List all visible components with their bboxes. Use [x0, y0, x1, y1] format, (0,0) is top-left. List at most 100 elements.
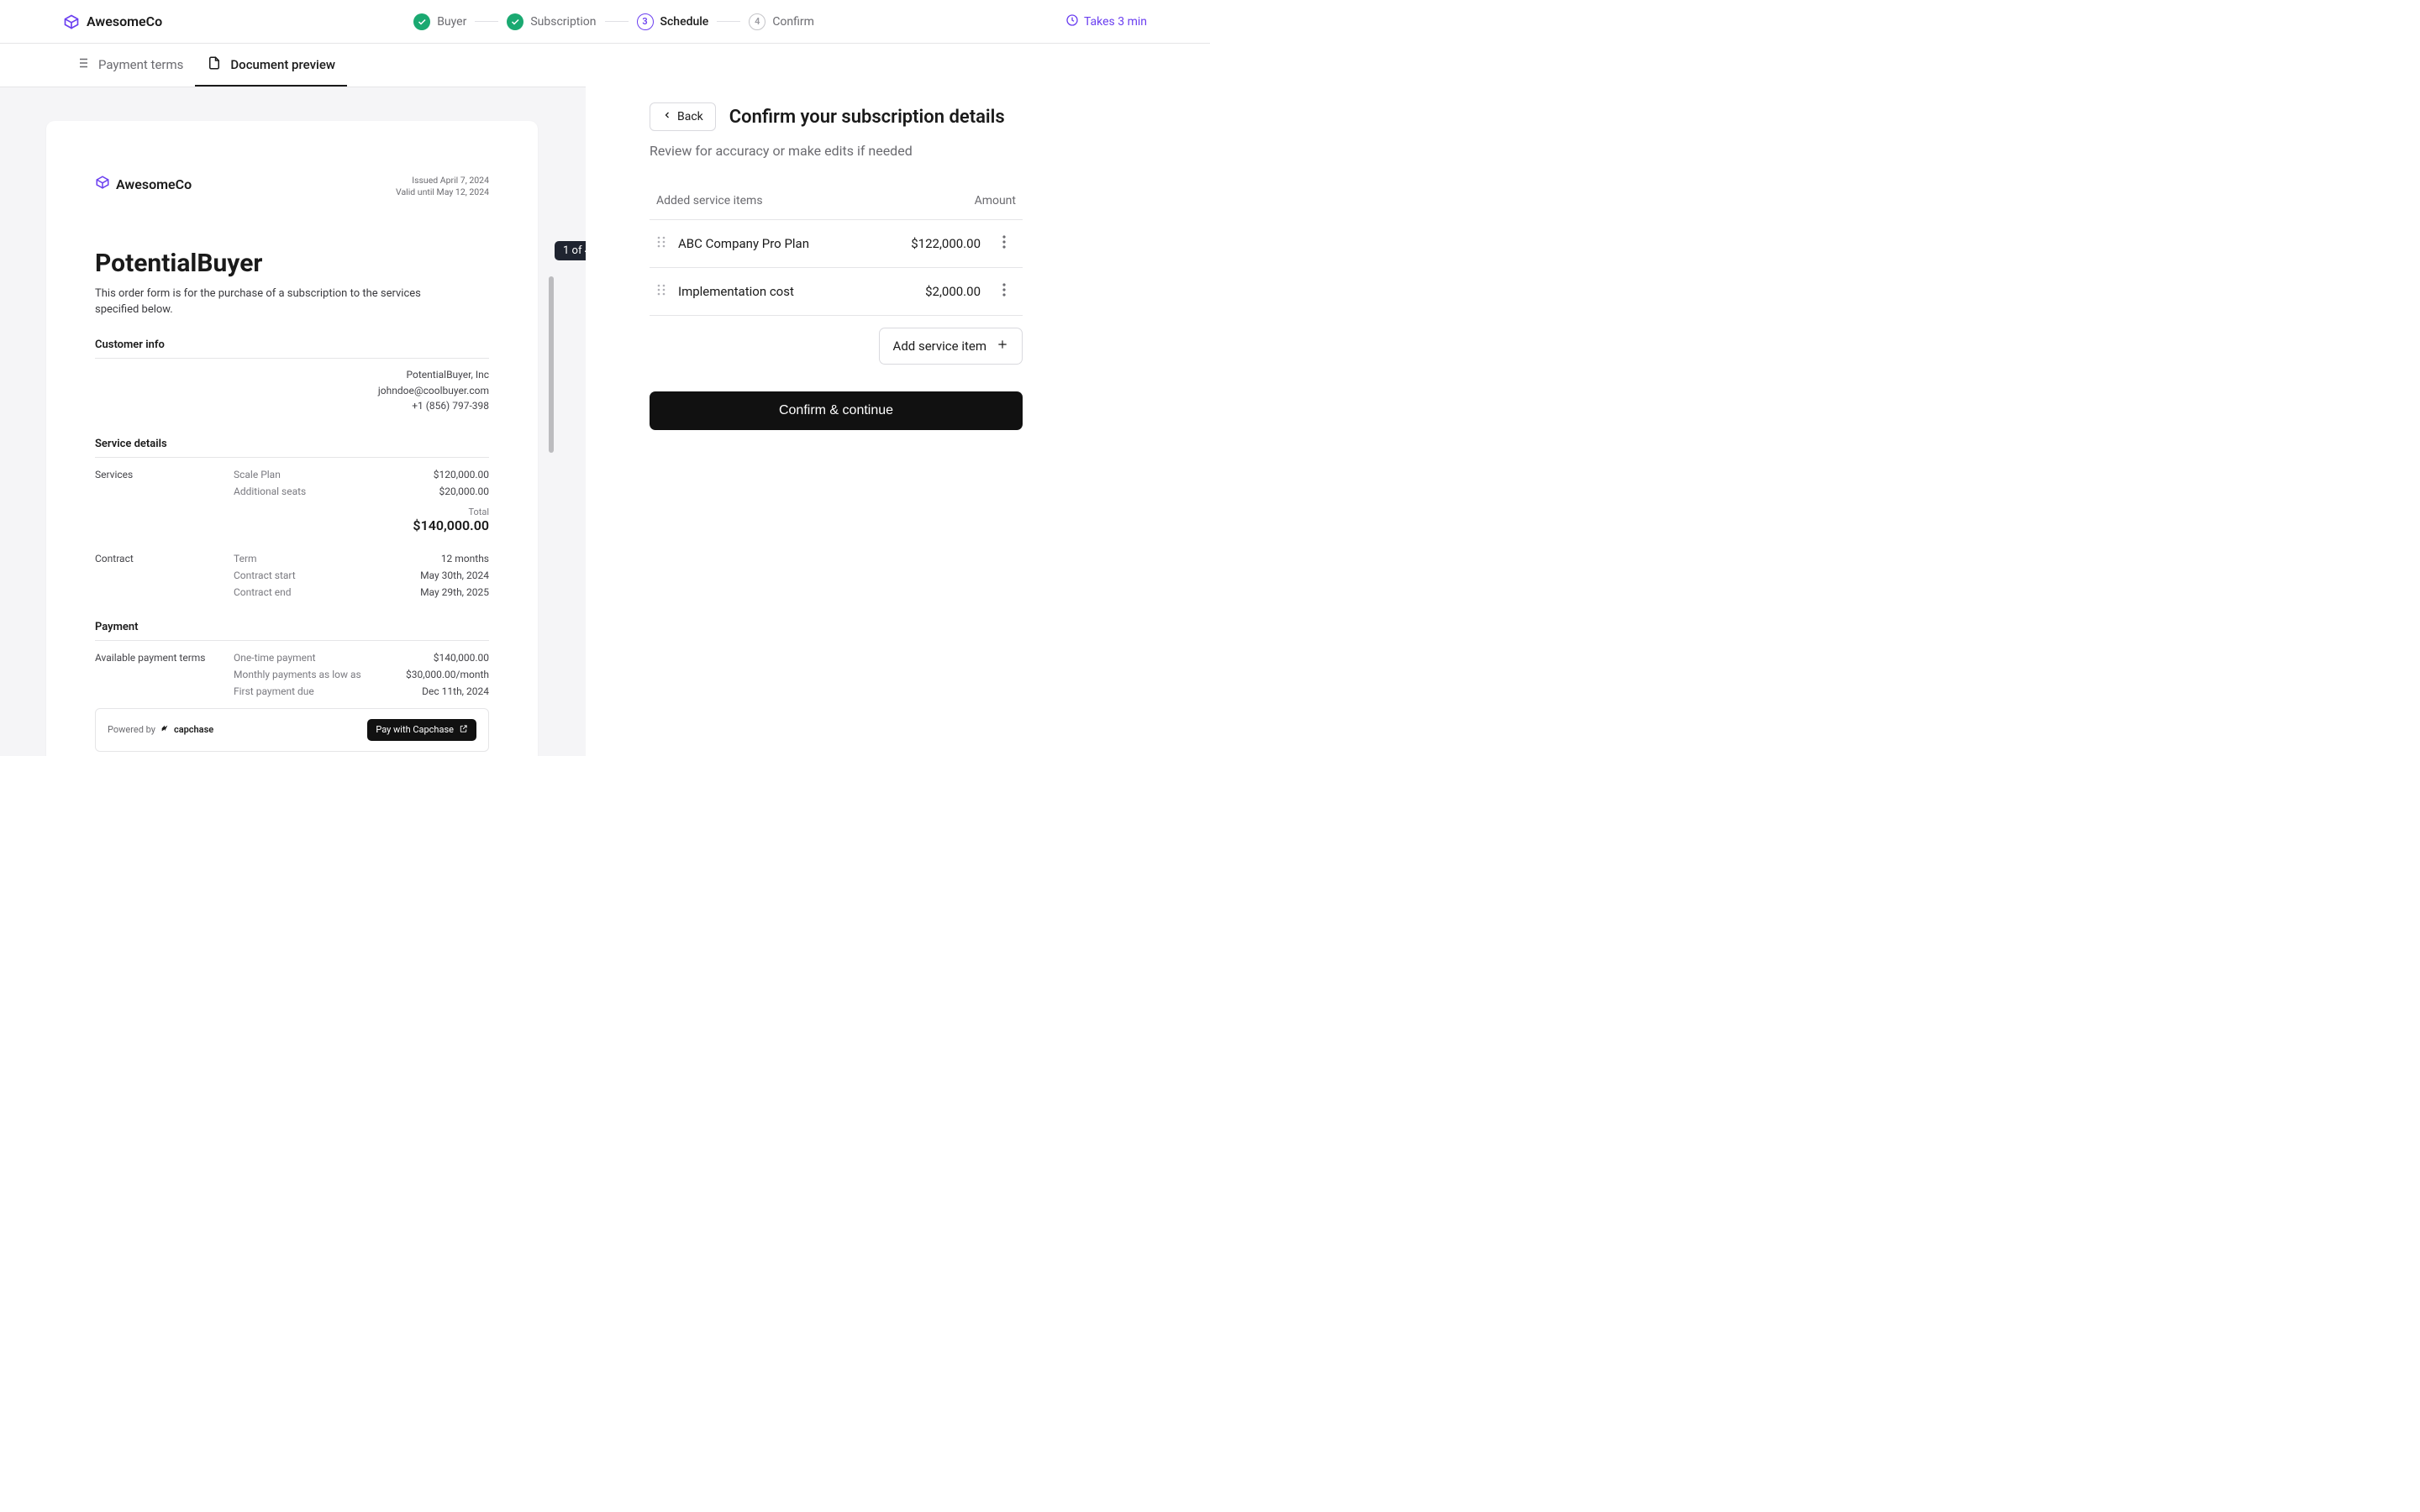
items-table: Added service items Amount ABC Company P… — [650, 194, 1023, 365]
external-link-icon — [459, 724, 468, 736]
customer-heading: Customer info — [95, 339, 489, 351]
service-rows: Services Scale Plan $120,000.00 Addition… — [95, 466, 489, 601]
takes-time: Takes 3 min — [1065, 13, 1147, 30]
total-value: $140,000.00 — [95, 517, 489, 533]
doc-brand-name: AwesomeCo — [116, 176, 192, 192]
contract-val: May 30th, 2024 — [381, 570, 489, 581]
step-divider — [605, 21, 629, 22]
customer-company: PotentialBuyer, Inc — [95, 367, 489, 383]
customer-email: johndoe@coolbuyer.com — [95, 383, 489, 399]
doc-title: PotentialBuyer — [95, 249, 489, 278]
step-label: Schedule — [660, 15, 709, 29]
step-number: 3 — [637, 13, 654, 30]
services-label: Services — [95, 469, 234, 480]
item-name: ABC Company Pro Plan — [678, 236, 899, 251]
tab-label: Document preview — [230, 57, 335, 72]
more-menu-icon[interactable] — [1002, 235, 1016, 252]
right-panel: Back Confirm your subscription details R… — [586, 44, 1210, 756]
capchase-name: capchase — [174, 724, 213, 735]
powered-by: Powered by capchase — [108, 724, 213, 735]
customer-phone: +1 (856) 797-398 — [95, 398, 489, 414]
takes-label: Takes 3 min — [1084, 15, 1147, 29]
payment-val: Dec 11th, 2024 — [381, 685, 489, 697]
right-title: Confirm your subscription details — [729, 107, 1005, 128]
total-label: Total — [95, 507, 489, 517]
payment-heading: Payment — [95, 621, 489, 633]
add-service-button[interactable]: Add service item — [879, 328, 1023, 365]
payment-rows: Available payment terms One-time payment… — [95, 649, 489, 700]
step-label: Buyer — [437, 15, 466, 29]
contract-key: Contract end — [234, 586, 381, 598]
doc-valid: Valid until May 12, 2024 — [396, 186, 489, 198]
items-header: Added service items Amount — [650, 194, 1023, 220]
brand: AwesomeCo — [63, 13, 162, 30]
chevron-left-icon — [662, 110, 672, 123]
service-item-row: Implementation cost $2,000.00 — [650, 268, 1023, 316]
service-amount: $20,000.00 — [381, 486, 489, 497]
service-name: Additional seats — [234, 486, 381, 497]
payment-key: Monthly payments as low as — [234, 669, 381, 680]
item-amount: $2,000.00 — [925, 284, 981, 299]
step-number: 4 — [749, 13, 765, 30]
contract-val: May 29th, 2025 — [381, 586, 489, 598]
item-amount: $122,000.00 — [911, 236, 981, 251]
check-icon — [413, 13, 430, 30]
back-button[interactable]: Back — [650, 102, 716, 131]
service-amount: $120,000.00 — [381, 469, 489, 480]
back-label: Back — [677, 110, 703, 123]
left-panel: Payment terms Document preview 1 of 4 — [0, 44, 586, 756]
service-heading: Service details — [95, 438, 489, 450]
step-buyer: Buyer — [413, 13, 466, 30]
step-divider — [475, 21, 498, 22]
step-label: Subscription — [530, 15, 596, 29]
document-scroll[interactable]: 1 of 4 AwesomeCo Issued April 7, 2024 Va… — [0, 87, 586, 756]
drag-handle-icon[interactable] — [656, 283, 666, 300]
brand-logo-icon — [63, 13, 80, 30]
divider — [95, 358, 489, 359]
scrollbar[interactable] — [549, 276, 554, 453]
brand-name: AwesomeCo — [87, 13, 162, 29]
step-label: Confirm — [772, 15, 814, 29]
tabs: Payment terms Document preview — [0, 44, 586, 87]
pay-box: Powered by capchase Pay with Capchase — [95, 708, 489, 752]
payment-val: $30,000.00/month — [381, 669, 489, 680]
payment-val: $140,000.00 — [381, 652, 489, 664]
stepper: Buyer Subscription 3 Schedule 4 Confirm — [413, 13, 814, 30]
divider — [95, 457, 489, 458]
top-header: AwesomeCo Buyer Subscription 3 Schedule … — [0, 0, 1210, 44]
drag-handle-icon[interactable] — [656, 235, 666, 252]
customer-info: PotentialBuyer, Inc johndoe@coolbuyer.co… — [95, 367, 489, 414]
col-amount: Amount — [975, 194, 1016, 207]
step-subscription: Subscription — [507, 13, 596, 30]
contract-key: Term — [234, 553, 381, 564]
step-confirm: 4 Confirm — [749, 13, 814, 30]
document-page: AwesomeCo Issued April 7, 2024 Valid unt… — [46, 121, 538, 756]
service-item-row: ABC Company Pro Plan $122,000.00 — [650, 220, 1023, 268]
check-icon — [507, 13, 523, 30]
tab-payment-terms[interactable]: Payment terms — [63, 44, 195, 87]
doc-issued: Issued April 7, 2024 — [396, 175, 489, 186]
item-name: Implementation cost — [678, 284, 913, 299]
payment-label: Available payment terms — [95, 652, 234, 664]
add-service-label: Add service item — [893, 339, 986, 354]
pay-with-capchase-button[interactable]: Pay with Capchase — [367, 719, 476, 741]
capchase-logo-icon — [160, 724, 169, 735]
contract-val: 12 months — [381, 553, 489, 564]
right-subtitle: Review for accuracy or make edits if nee… — [650, 143, 1146, 159]
service-name: Scale Plan — [234, 469, 381, 480]
contract-key: Contract start — [234, 570, 381, 581]
clock-icon — [1065, 13, 1079, 30]
more-menu-icon[interactable] — [1002, 283, 1016, 300]
payment-key: One-time payment — [234, 652, 381, 664]
contract-label: Contract — [95, 553, 234, 564]
divider — [95, 640, 489, 641]
plus-icon — [997, 339, 1008, 354]
pay-btn-label: Pay with Capchase — [376, 724, 454, 735]
col-name: Added service items — [656, 194, 763, 207]
tab-document-preview[interactable]: Document preview — [195, 44, 347, 87]
step-divider — [717, 21, 740, 22]
page-indicator: 1 of 4 — [555, 241, 586, 260]
list-icon — [75, 55, 90, 74]
confirm-continue-button[interactable]: Confirm & continue — [650, 391, 1023, 430]
doc-meta: Issued April 7, 2024 Valid until May 12,… — [396, 175, 489, 198]
